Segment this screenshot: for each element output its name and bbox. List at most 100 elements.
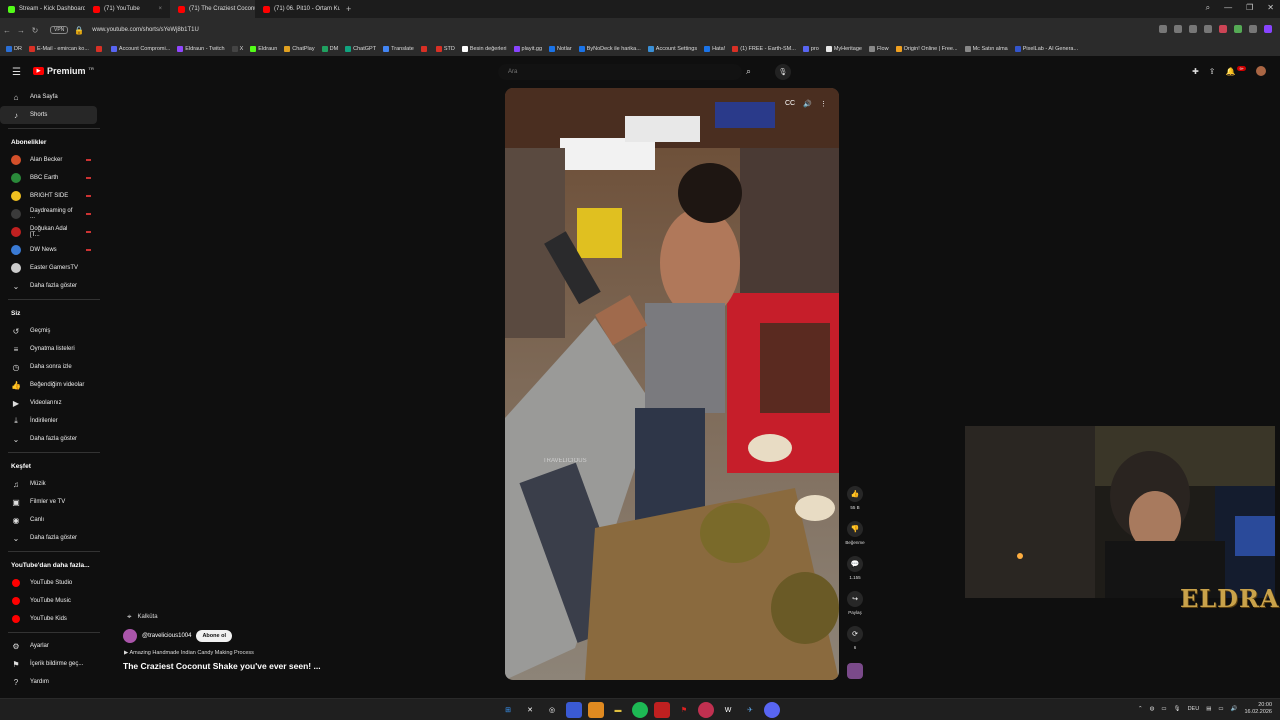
bookmark-item[interactable]: Eldraun - Twitch [177, 46, 225, 52]
account-avatar[interactable] [1256, 66, 1266, 76]
sidebar-item-report-history[interactable]: ⚑ İçerik bildirme geç... [0, 655, 97, 673]
you-heading[interactable]: Siz [0, 304, 104, 322]
network-icon[interactable]: ▤ [1206, 706, 1211, 712]
sidebar-item-settings[interactable]: ⚙ Ayarlar [0, 637, 97, 655]
channel-avatar[interactable] [123, 629, 137, 643]
tray-app-icon[interactable]: ▭ [1161, 706, 1166, 712]
captions-icon[interactable]: CC [785, 100, 795, 108]
app-icon[interactable]: W [720, 702, 736, 718]
sidebar-subscription[interactable]: BBC Earth [0, 169, 97, 187]
subscribe-button[interactable]: Abone ol [196, 630, 232, 642]
bookmark-item[interactable] [95, 46, 104, 52]
sidebar-item-yt-studio[interactable]: YouTube Studio [0, 574, 97, 592]
reload-icon[interactable]: ↻ [28, 26, 42, 35]
bookmark-item[interactable]: DR [6, 46, 22, 52]
browser-tab[interactable]: (71) 06. Pit10 - Ortam Ku× [255, 0, 340, 18]
sidebar-item-subs-more[interactable]: ⌄ Daha fazla göster [0, 277, 97, 295]
sidebar-subscription[interactable]: Daydreaming of ... [0, 205, 97, 223]
sidebar-item-downloads[interactable]: ⤓ İndirilenler [0, 412, 97, 430]
bookmark-item[interactable]: MyHeritage [825, 46, 862, 52]
microphone-icon[interactable]: 🎙 [775, 64, 791, 80]
sidebar-subscription[interactable]: Doğukan Adal [T... [0, 223, 97, 241]
dislike-button[interactable]: 👎 [847, 521, 863, 537]
share-button[interactable]: ↪ [847, 591, 863, 607]
location-tag[interactable]: ⌖ Kalküta [127, 612, 158, 622]
app-icon[interactable]: ⚑ [676, 702, 692, 718]
remix-button[interactable]: ⟳ [847, 626, 863, 642]
bookmark-item[interactable]: ByNoDeck ile harika... [578, 46, 641, 52]
back-icon[interactable]: ← [0, 26, 14, 35]
bookmark-item[interactable]: X [231, 46, 243, 52]
volume-icon[interactable]: 🔊 [803, 100, 812, 108]
sidebar-item-your-videos[interactable]: ▶ Videolarınız [0, 394, 97, 412]
bookmark-item[interactable]: ChatGPT [345, 46, 376, 52]
discord-icon[interactable] [764, 702, 780, 718]
extension-icon[interactable] [1219, 25, 1227, 33]
browser-tab[interactable]: (71) YouTube × [85, 0, 170, 18]
file-explorer-icon[interactable]: ▬ [610, 702, 626, 718]
tray-app-icon[interactable]: ◍ [1150, 706, 1155, 712]
extension-icon[interactable] [1159, 25, 1167, 33]
sidebar-item-yt-music[interactable]: YouTube Music [0, 592, 97, 610]
tab-close-icon[interactable]: × [158, 6, 162, 12]
language-indicator[interactable]: DEU [1188, 706, 1200, 712]
comments-button[interactable]: 💬 [847, 556, 863, 572]
browser-icon[interactable] [698, 702, 714, 718]
sidebar-item-history[interactable]: ↺ Geçmiş [0, 322, 97, 340]
bookmark-item[interactable]: Origin! Online | Free... [895, 46, 958, 52]
extension-icon[interactable] [1204, 25, 1212, 33]
browser-tab[interactable]: Stream - Kick Dashboard× [0, 0, 85, 18]
sidebar-subscription[interactable]: BRIGHT SIDE [0, 187, 97, 205]
window-control-icon[interactable]: ⌕ [1206, 3, 1210, 13]
forward-icon[interactable]: → [14, 26, 28, 35]
start-menu-icon[interactable]: ⊞ [500, 702, 516, 718]
sound-thumbnail[interactable] [847, 663, 863, 679]
sidebar-item-playlists[interactable]: ≡ Oynatma listeleri [0, 340, 97, 358]
spotify-icon[interactable] [632, 702, 648, 718]
extension-icon[interactable] [1234, 25, 1242, 33]
bookmark-item[interactable] [420, 46, 429, 52]
window-control-icon[interactable]: — [1224, 3, 1232, 13]
app-icon[interactable] [654, 702, 670, 718]
bookmark-item[interactable]: ChatPlay [284, 46, 315, 52]
bookmark-item[interactable]: Account Settings [647, 46, 697, 52]
bookmark-item[interactable]: Translate [383, 46, 414, 52]
bookmark-item[interactable]: Flow [868, 46, 889, 52]
app-icon[interactable]: ◎ [544, 702, 560, 718]
security-icon[interactable]: 🔒 [72, 26, 86, 35]
bookmark-item[interactable]: Account Compromi... [110, 46, 170, 52]
shorts-video-player[interactable]: CC 🔊 ⋮ TRAVELICIOUS [505, 88, 839, 680]
network-icon[interactable]: ▭ [1218, 706, 1223, 712]
app-icon[interactable] [566, 702, 582, 718]
like-button[interactable]: 👍 [847, 486, 863, 502]
youtube-premium-logo[interactable]: ▶ Premium TR [33, 66, 94, 76]
sidebar-item-home[interactable]: ⌂ Ana Sayfa [0, 88, 97, 106]
bookmark-item[interactable]: STD [435, 46, 455, 52]
upload-icon[interactable]: ⇪ [1209, 67, 1216, 76]
sidebar-subscription[interactable]: Alan Becker [0, 151, 97, 169]
app-icon[interactable] [588, 702, 604, 718]
tray-app-icon[interactable]: 🎙 [1174, 706, 1181, 712]
sidebar-subscription[interactable]: Easter GamersTV [0, 259, 97, 277]
bookmark-item[interactable]: Hata! [704, 46, 725, 52]
volume-icon[interactable]: 🔊 [1231, 706, 1238, 712]
hamburger-menu-icon[interactable]: ☰ [12, 67, 21, 78]
bookmark-item[interactable]: playit.gg [513, 46, 542, 52]
notifications-bell-icon[interactable]: 🔔 [1225, 67, 1235, 76]
sidebar-subscription[interactable]: DW News [0, 241, 97, 259]
search-icon[interactable]: ⌕ [746, 66, 751, 77]
video-title[interactable]: The Craziest Coconut Shake you've ever s… [123, 661, 321, 671]
search-input[interactable]: Ara [498, 64, 742, 80]
bookmark-item[interactable]: Mc Satın alma [964, 46, 1008, 52]
bookmark-item[interactable]: Besin değerleri [461, 46, 507, 52]
app-icon[interactable]: ✈ [742, 702, 758, 718]
browser-tab[interactable]: (71) The Craziest Coconut× [170, 0, 255, 18]
sidebar-item-liked-videos[interactable]: 👍 Beğendiğim videolar [0, 376, 97, 394]
bookmark-item[interactable]: pro [802, 46, 819, 52]
sidebar-item-watch-later[interactable]: ◷ Daha sonra izle [0, 358, 97, 376]
sidebar-item-movies-tv[interactable]: ▣ Filmler ve TV [0, 493, 97, 511]
url-field[interactable]: www.youtube.com/shorts/sYeWj8b1T1U [92, 27, 199, 33]
new-tab-button[interactable]: + [340, 4, 357, 14]
extension-icon[interactable] [1249, 25, 1257, 33]
more-options-icon[interactable]: ⋮ [820, 100, 827, 108]
